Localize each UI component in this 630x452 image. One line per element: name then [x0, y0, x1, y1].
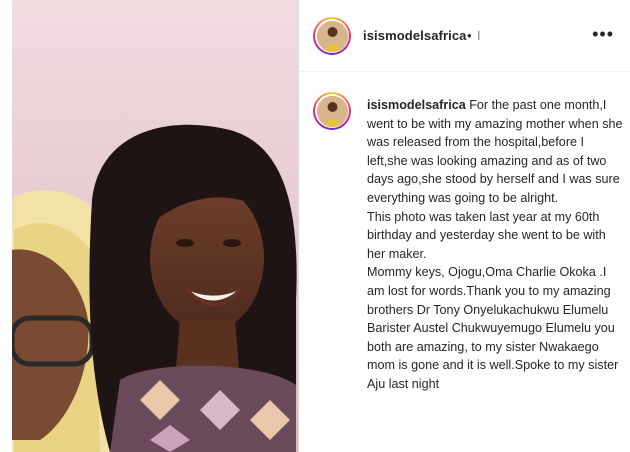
caption-area: isismodelsafrica For the past one month,… [299, 72, 630, 452]
avatar-image [316, 95, 348, 127]
header-separator-dot: • [467, 28, 472, 43]
post-caption: isismodelsafrica For the past one month,… [367, 96, 625, 394]
profile-avatar-ring[interactable] [313, 17, 351, 55]
post-photo-illustration [0, 0, 298, 452]
photo-left-edge [0, 0, 12, 452]
avatar [316, 95, 348, 127]
caption-avatar-ring[interactable] [313, 92, 351, 130]
post-header: isismodelsafrica • I ••• [299, 0, 630, 72]
caption-text: For the past one month,I went to be with… [367, 98, 623, 391]
post-photo[interactable] [0, 0, 298, 452]
caption-username[interactable]: isismodelsafrica [367, 98, 466, 112]
post-details-panel: isismodelsafrica • I ••• isismodelsafric [298, 0, 630, 452]
instagram-post-view: isismodelsafrica • I ••• isismodelsafric [0, 0, 630, 452]
avatar [316, 20, 348, 52]
header-username[interactable]: isismodelsafrica [363, 28, 467, 43]
more-horizontal-icon[interactable]: ••• [592, 25, 614, 43]
follow-hint[interactable]: I [477, 28, 481, 43]
avatar-image [316, 20, 348, 52]
